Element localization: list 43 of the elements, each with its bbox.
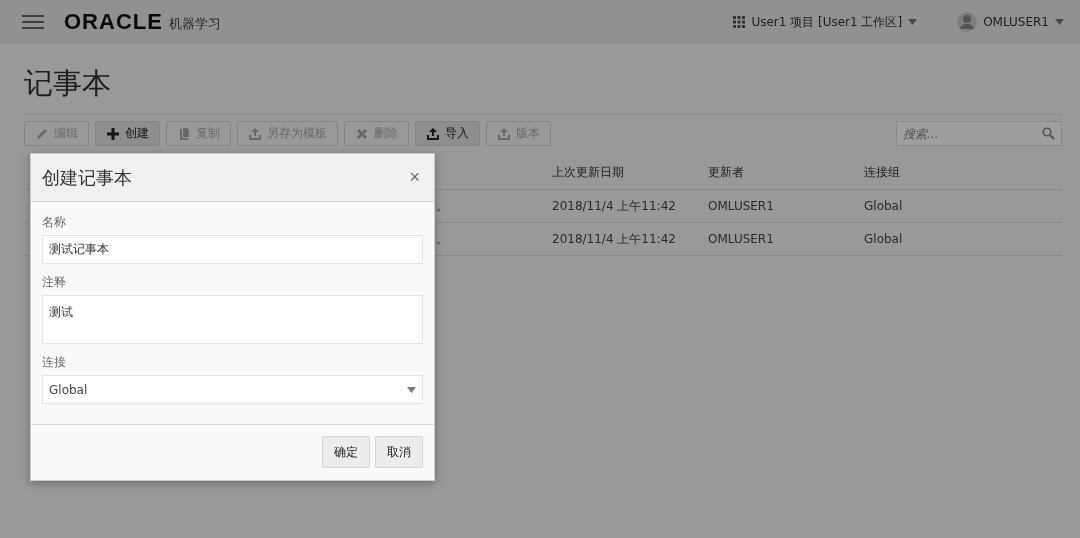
column-header: 连接组 (864, 164, 900, 181)
connection-select[interactable]: Global (42, 375, 423, 404)
table-cell: OMLUSER1 (708, 232, 774, 246)
field-label: 名称 (42, 214, 67, 231)
search-icon (1042, 127, 1055, 140)
toolbar-button[interactable]: 创建 (95, 121, 160, 146)
caret-icon (908, 19, 918, 25)
column-header: 上次更新日期 (552, 164, 624, 181)
logo: ORACLE (64, 9, 163, 35)
user-menu[interactable]: OMLUSER1 (957, 12, 1064, 32)
search-field[interactable]: 搜索... (896, 121, 1062, 146)
table-cell: 2018/11/4 上午11:42 (552, 197, 676, 215)
product-name: 机器学习 (168, 15, 221, 33)
field-label: 注释 (42, 274, 67, 291)
menu-icon[interactable] (22, 15, 44, 29)
table-cell: Global (864, 232, 903, 246)
field-label: 连接 (42, 354, 67, 371)
table-cell: 。 (436, 230, 448, 248)
toolbar-button[interactable]: 导入 (415, 121, 480, 146)
caret-icon (1055, 19, 1064, 25)
column-header: 更新者 (708, 164, 744, 181)
table-cell: 。 (436, 197, 448, 215)
comment-field[interactable]: 测试 (42, 295, 423, 344)
upload-icon (248, 126, 262, 141)
upload-icon (497, 126, 511, 141)
avatar-icon (957, 12, 978, 32)
name-field[interactable]: 测试记事本 (42, 235, 423, 264)
plus-icon (106, 126, 120, 141)
close-icon (355, 126, 369, 141)
table-cell: 2018/11/4 上午11:42 (552, 230, 676, 248)
pencil-icon (35, 126, 49, 141)
dialog-button[interactable]: 确定 (322, 436, 370, 468)
project-selector[interactable]: User1 项目 [User1 工作区] (733, 13, 918, 31)
copy-icon (177, 126, 191, 141)
close-button[interactable]: × (405, 167, 424, 188)
dialog-button[interactable]: 取消 (375, 436, 423, 468)
grid-icon (733, 16, 746, 28)
caret-icon (407, 386, 416, 393)
upload-icon (426, 126, 440, 141)
table-cell: OMLUSER1 (708, 199, 774, 213)
table-cell: Global (864, 199, 903, 213)
page-title: 记事本 (23, 65, 112, 102)
dialog-title: 创建记事本 (42, 165, 133, 190)
